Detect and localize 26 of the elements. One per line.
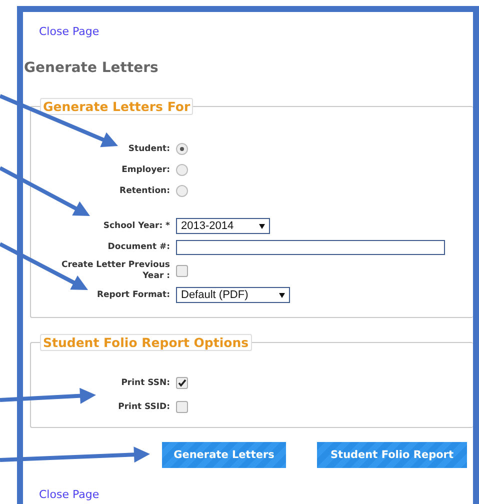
close-page-link[interactable]: Close Page bbox=[39, 488, 473, 501]
close-page-link[interactable]: Close Page bbox=[39, 25, 100, 38]
dropdown[interactable]: 2013-2014 bbox=[176, 218, 270, 234]
field-label: Report Format: bbox=[96, 290, 170, 300]
radio-button[interactable] bbox=[176, 143, 188, 155]
caret-icon bbox=[279, 292, 285, 298]
field-label: Print SSID: bbox=[117, 402, 170, 412]
field-label: Student: bbox=[127, 144, 170, 154]
fieldset-legend: Generate Letters For bbox=[40, 98, 194, 115]
field-label: Create Letter Previous Year : bbox=[60, 260, 170, 282]
field-label: Print SSN: bbox=[120, 378, 170, 388]
checkbox[interactable] bbox=[176, 401, 188, 413]
field-label: Retention: bbox=[118, 186, 170, 196]
checkbox[interactable] bbox=[176, 265, 188, 277]
fieldset-legend: Student Folio Report Options bbox=[40, 334, 252, 351]
field-label: Employer: bbox=[120, 164, 170, 176]
radio-button[interactable] bbox=[176, 164, 188, 176]
checkbox[interactable] bbox=[176, 377, 188, 389]
action-button[interactable]: Generate Letters bbox=[162, 442, 286, 468]
radio-button[interactable] bbox=[176, 185, 188, 197]
caret-icon bbox=[259, 224, 265, 228]
dropdown[interactable]: Default (PDF) bbox=[176, 287, 290, 303]
field-label: School Year: * bbox=[102, 220, 170, 232]
page-title: Generate Letters bbox=[24, 60, 160, 76]
input-field[interactable] bbox=[176, 240, 445, 254]
field-label: Document #: bbox=[106, 242, 170, 252]
